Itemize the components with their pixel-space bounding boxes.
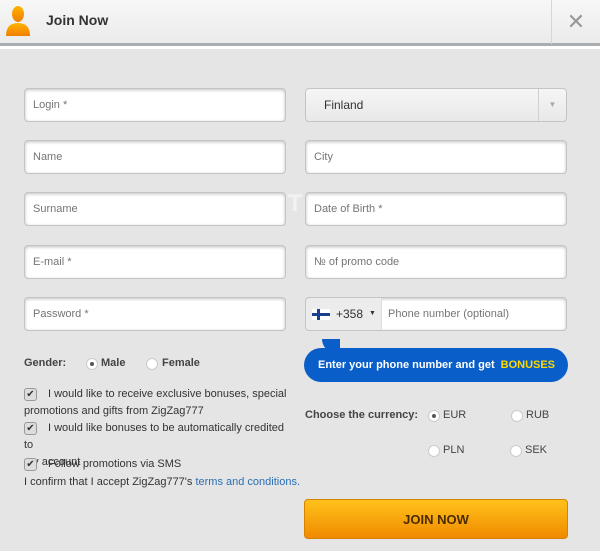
dialog-header: Join Now ✕ bbox=[0, 0, 600, 49]
currency-rub-label: RUB bbox=[526, 409, 550, 421]
banner-text: Enter your phone number and get bbox=[318, 359, 495, 371]
country-value: Finland bbox=[324, 98, 364, 112]
phone-input[interactable] bbox=[382, 298, 566, 330]
name-input[interactable] bbox=[24, 140, 286, 174]
terms-link[interactable]: terms and conditions. bbox=[195, 476, 300, 488]
country-code: +358 bbox=[336, 307, 364, 321]
phone-field: +358 ▼ bbox=[305, 297, 567, 331]
currency-label: Choose the currency: bbox=[305, 409, 419, 421]
country-select[interactable]: Finland ▼ bbox=[305, 88, 567, 122]
banner-highlight: BONUSES bbox=[500, 359, 556, 371]
currency-rub-radio[interactable] bbox=[511, 410, 523, 422]
gender-female-radio[interactable] bbox=[146, 358, 158, 370]
phone-bonus-banner: Enter your phone number and get BONUSES bbox=[304, 339, 568, 382]
date-of-birth-input[interactable] bbox=[305, 192, 567, 226]
gender-female-label: Female bbox=[162, 357, 200, 369]
bonuses-checkbox-label: I would like to receive exclusive bonuse… bbox=[24, 388, 287, 417]
currency-pln-label: PLN bbox=[443, 444, 465, 456]
join-now-button[interactable]: JOIN NOW bbox=[304, 499, 568, 539]
city-input[interactable] bbox=[305, 140, 567, 174]
close-icon[interactable]: ✕ bbox=[551, 0, 600, 44]
currency-sek-label: SEK bbox=[525, 444, 548, 456]
dialog-title: Join Now bbox=[46, 12, 109, 28]
chevron-down-icon: ▼ bbox=[538, 89, 566, 121]
terms-text: I confirm that I accept ZigZag777's term… bbox=[24, 476, 301, 488]
gender-male-radio[interactable] bbox=[86, 358, 98, 370]
finland-flag-icon bbox=[312, 308, 330, 320]
gender-label: Gender: bbox=[24, 357, 67, 369]
gender-male-label: Male bbox=[101, 357, 126, 369]
currency-eur-label: EUR bbox=[443, 409, 467, 421]
country-code-select[interactable]: +358 ▼ bbox=[306, 298, 382, 330]
promo-code-input[interactable] bbox=[305, 245, 567, 279]
email-input[interactable] bbox=[24, 245, 286, 279]
currency-pln-radio[interactable] bbox=[428, 445, 440, 457]
surname-input[interactable] bbox=[24, 192, 286, 226]
currency-eur-radio[interactable] bbox=[428, 410, 440, 422]
password-input[interactable] bbox=[24, 297, 286, 331]
currency-sek-radio[interactable] bbox=[510, 445, 522, 457]
sms-checkbox-label: Follow promotions via SMS bbox=[48, 458, 182, 470]
user-icon bbox=[6, 6, 30, 36]
login-input[interactable] bbox=[24, 88, 286, 122]
caret-down-icon: ▼ bbox=[369, 310, 376, 317]
